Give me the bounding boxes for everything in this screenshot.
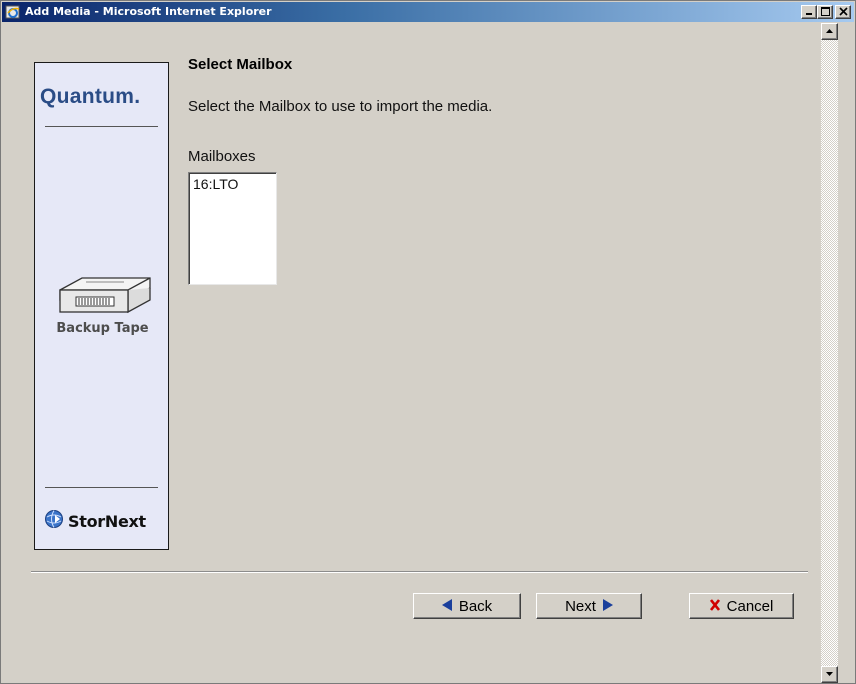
branding-panel: Quantum. Backup Tape StorNext (34, 62, 169, 550)
quantum-logo: Quantum. (40, 85, 141, 108)
title-bar[interactable]: Add Media - Microsoft Internet Explorer (2, 2, 854, 22)
back-button[interactable]: Back (413, 593, 521, 619)
scroll-down-button[interactable] (821, 666, 838, 683)
page-title: Select Mailbox (188, 56, 293, 73)
mailboxes-listbox[interactable]: 16:LTO (188, 172, 277, 285)
next-button[interactable]: Next (536, 593, 642, 619)
minimize-button[interactable] (801, 5, 817, 19)
back-label: Back (458, 597, 493, 615)
cancel-label: Cancel (726, 597, 774, 615)
arrow-left-icon (441, 598, 452, 615)
internet-explorer-icon (5, 4, 21, 20)
stornext-globe-icon (44, 509, 64, 534)
divider (31, 571, 808, 573)
instruction-text: Select the Mailbox to use to import the … (188, 98, 493, 115)
arrow-right-icon (602, 598, 613, 615)
stornext-logo: StorNext (44, 509, 146, 534)
next-label: Next (565, 597, 596, 615)
divider (45, 126, 158, 127)
cancel-button[interactable]: Cancel (689, 593, 794, 619)
backup-tape-icon (54, 268, 154, 323)
maximize-button[interactable] (817, 5, 833, 19)
list-item[interactable]: 16:LTO (189, 173, 276, 192)
divider (45, 487, 158, 488)
stornext-label: StorNext (68, 512, 146, 531)
close-button[interactable] (835, 5, 851, 19)
media-type-label: Backup Tape (56, 321, 149, 336)
mailboxes-label: Mailboxes (188, 148, 256, 165)
scroll-up-button[interactable] (821, 23, 838, 40)
vertical-scrollbar[interactable] (821, 23, 838, 683)
window-title: Add Media - Microsoft Internet Explorer (25, 5, 272, 18)
close-x-icon (709, 598, 720, 615)
dialog-window: Add Media - Microsoft Internet Explorer … (0, 0, 856, 684)
